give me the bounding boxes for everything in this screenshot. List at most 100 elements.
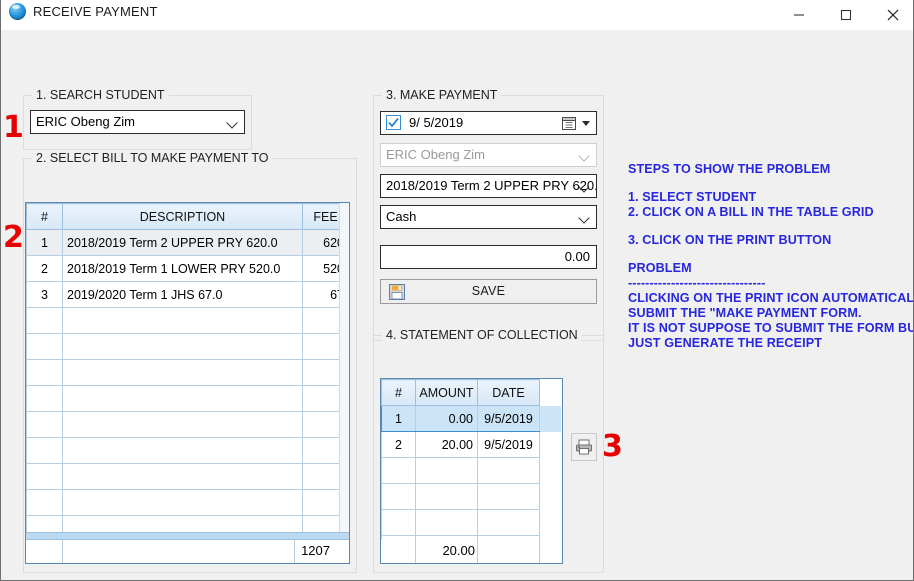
statement-cell-num[interactable]: 2 xyxy=(381,431,416,458)
annotation-marker-1: 1 xyxy=(3,110,24,145)
table-row-empty[interactable] xyxy=(26,359,349,386)
printer-icon xyxy=(576,439,592,455)
bill-cell-empty[interactable] xyxy=(26,307,63,334)
bill-cell-desc[interactable]: 2019/2020 Term 1 JHS 67.0 xyxy=(62,281,303,308)
statement-column-header-0[interactable]: # xyxy=(381,379,416,406)
chevron-down-icon xyxy=(580,151,590,161)
table-row[interactable]: 1 2018/2019 Term 2 UPPER PRY 620.0 620 xyxy=(26,229,349,256)
statement-legend: 4. STATEMENT OF COLLECTION xyxy=(382,328,582,342)
select-bill-legend: 2. SELECT BILL TO MAKE PAYMENT TO xyxy=(32,151,273,165)
bill-cell-empty[interactable] xyxy=(26,411,63,438)
payment-method-combo[interactable]: Cash xyxy=(380,205,597,229)
payment-bill-combo[interactable]: 2018/2019 Term 2 UPPER PRY 620.0 xyxy=(380,174,597,198)
table-row[interactable]: 2 2018/2019 Term 1 LOWER PRY 520.0 520 xyxy=(26,255,349,282)
statement-cell-date[interactable]: 9/5/2019 xyxy=(477,431,540,458)
notes-step-3: 3. CLICK ON THE PRINT BUTTON xyxy=(628,233,832,247)
statement-cell-empty[interactable] xyxy=(381,457,416,484)
table-row-empty[interactable] xyxy=(381,457,562,484)
bill-grid-scrollbar[interactable] xyxy=(339,203,349,563)
bill-cell-empty[interactable] xyxy=(62,333,303,360)
minimize-button[interactable] xyxy=(776,0,821,29)
student-search-combo[interactable]: ERIC Obeng Zim xyxy=(30,110,245,134)
annotation-marker-2: 2 xyxy=(3,220,24,255)
statement-table-header-row: # AMOUNT DATE xyxy=(381,379,562,406)
table-row[interactable]: 2 20.00 9/5/2019 xyxy=(381,431,562,458)
statement-column-header-1[interactable]: AMOUNT xyxy=(415,379,478,406)
bill-cell-empty[interactable] xyxy=(26,463,63,490)
statement-cell-empty[interactable] xyxy=(477,509,540,536)
statement-cell-empty[interactable] xyxy=(381,509,416,536)
table-row-empty[interactable] xyxy=(26,411,349,438)
chevron-down-icon xyxy=(228,118,238,128)
statement-table: # AMOUNT DATE 1 0.00 9/5/2019 2 20.00 9/5/2019 xyxy=(381,379,562,562)
print-button[interactable] xyxy=(571,433,597,461)
table-row-empty[interactable] xyxy=(26,385,349,412)
bill-table-body: 1 2018/2019 Term 2 UPPER PRY 620.0 620 2 201… xyxy=(26,229,349,542)
statement-cell-empty[interactable] xyxy=(415,509,478,536)
statement-cell-amt[interactable]: 20.00 xyxy=(415,431,478,458)
payment-date-checkbox[interactable] xyxy=(386,115,401,130)
calendar-icon[interactable] xyxy=(562,116,577,131)
maximize-button[interactable] xyxy=(823,0,868,29)
notes-step-1: 1. SELECT STUDENT xyxy=(628,190,757,204)
table-row[interactable]: 1 0.00 9/5/2019 xyxy=(381,405,562,432)
statement-cell-empty[interactable] xyxy=(415,483,478,510)
statement-table-body: 1 0.00 9/5/2019 2 20.00 9/5/2019 xyxy=(381,405,562,562)
bill-cell-empty[interactable] xyxy=(62,307,303,334)
payment-date-picker[interactable]: 9/ 5/2019 xyxy=(380,111,597,135)
statement-cell-empty[interactable] xyxy=(415,457,478,484)
statement-cell-empty[interactable] xyxy=(381,483,416,510)
bill-total-value: 1207 xyxy=(301,543,330,558)
notes-problem-line-4: JUST GENERATE THE RECEIPT xyxy=(628,336,822,350)
bill-cell-empty[interactable] xyxy=(62,489,303,516)
statement-total-row: 20.00 xyxy=(381,540,562,563)
statement-cell-num[interactable]: 1 xyxy=(381,405,416,432)
bill-cell-num[interactable]: 2 xyxy=(26,255,63,282)
bill-cell-empty[interactable] xyxy=(62,385,303,412)
bill-cell-empty[interactable] xyxy=(62,359,303,386)
statement-cell-date[interactable]: 9/5/2019 xyxy=(477,405,540,432)
bill-cell-empty[interactable] xyxy=(62,463,303,490)
bill-cell-num[interactable]: 3 xyxy=(26,281,63,308)
table-row[interactable]: 3 2019/2020 Term 1 JHS 67.0 67 xyxy=(26,281,349,308)
table-row-empty[interactable] xyxy=(26,307,349,334)
bill-cell-empty[interactable] xyxy=(26,385,63,412)
bill-cell-empty[interactable] xyxy=(26,359,63,386)
bill-cell-desc[interactable]: 2018/2019 Term 1 LOWER PRY 520.0 xyxy=(62,255,303,282)
payment-date-value: 9/ 5/2019 xyxy=(409,115,464,130)
statement-column-header-2[interactable]: DATE xyxy=(477,379,540,406)
bill-grid[interactable]: # DESCRIPTION FEE 1 2018/2019 Term 2 UPPER … xyxy=(25,202,350,564)
bill-cell-empty[interactable] xyxy=(62,437,303,464)
table-row-empty[interactable] xyxy=(381,509,562,536)
statement-column-header-filler xyxy=(539,379,562,406)
table-row-empty[interactable] xyxy=(26,437,349,464)
table-row-empty[interactable] xyxy=(26,489,349,516)
close-button[interactable] xyxy=(870,0,913,29)
bill-cell-empty[interactable] xyxy=(26,489,63,516)
table-row-empty[interactable] xyxy=(381,483,562,510)
client-area: 1 2 3 1. SEARCH STUDENT ERIC Obeng Zim 2… xyxy=(1,30,913,579)
payment-amount-input[interactable]: 0.00 xyxy=(380,245,597,269)
bill-column-header-1[interactable]: DESCRIPTION xyxy=(62,203,303,230)
statement-cell-empty[interactable] xyxy=(477,457,540,484)
bill-column-header-0[interactable]: # xyxy=(26,203,63,230)
bill-grid-footer: 1207 xyxy=(26,532,349,563)
payment-method-combo-value: Cash xyxy=(386,209,417,224)
statement-cell-filler xyxy=(540,458,562,484)
table-row-empty[interactable] xyxy=(26,463,349,490)
statement-grid[interactable]: # AMOUNT DATE 1 0.00 9/5/2019 2 20.00 9/5/2019… xyxy=(380,378,563,564)
table-row-empty[interactable] xyxy=(26,333,349,360)
save-button[interactable]: SAVE xyxy=(380,279,597,304)
bill-cell-empty[interactable] xyxy=(26,333,63,360)
bill-cell-num[interactable]: 1 xyxy=(26,229,63,256)
bill-cell-empty[interactable] xyxy=(26,437,63,464)
bill-cell-empty[interactable] xyxy=(62,411,303,438)
bill-cell-desc[interactable]: 2018/2019 Term 2 UPPER PRY 620.0 xyxy=(62,229,303,256)
statement-cell-empty[interactable] xyxy=(477,483,540,510)
date-dropdown-arrow-icon[interactable] xyxy=(582,121,590,126)
statement-grid-footer: 20.00 xyxy=(381,540,562,563)
payment-student-combo[interactable]: ERIC Obeng Zim xyxy=(380,143,597,167)
notes-problem-heading: PROBLEM xyxy=(628,261,692,275)
statement-cell-amt[interactable]: 0.00 xyxy=(415,405,478,432)
statement-cell-filler xyxy=(540,510,562,536)
